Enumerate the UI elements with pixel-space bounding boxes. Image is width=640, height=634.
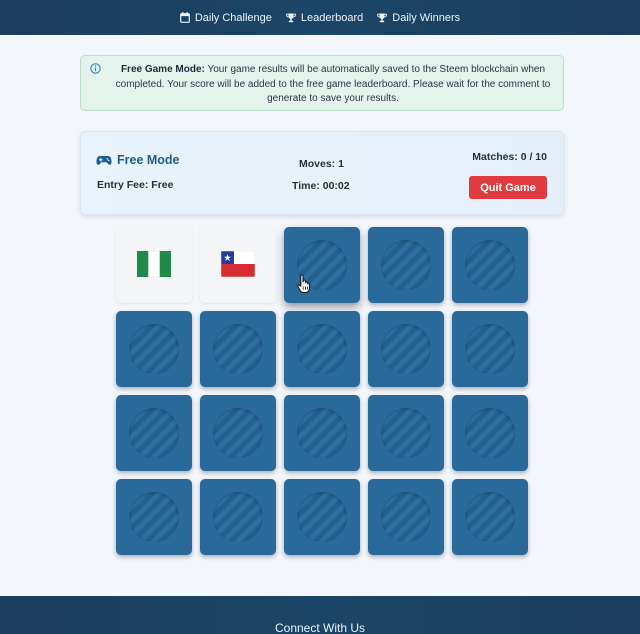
nav-daily-challenge[interactable]: Daily Challenge bbox=[179, 11, 272, 24]
entry-fee: Entry Fee: Free bbox=[97, 179, 173, 191]
memory-card-hidden[interactable] bbox=[200, 395, 276, 471]
info-banner: Free Game Mode: Your game results will b… bbox=[80, 55, 564, 111]
nav-label: Daily Winners bbox=[392, 11, 461, 24]
card-back-pattern bbox=[213, 408, 263, 458]
memory-card-revealed[interactable] bbox=[200, 227, 276, 303]
nav-daily-winners[interactable]: Daily Winners bbox=[377, 12, 460, 24]
memory-card-hidden[interactable] bbox=[368, 395, 444, 471]
memory-card-hidden[interactable] bbox=[452, 479, 528, 555]
moves-value: 1 bbox=[338, 158, 344, 170]
memory-card-hidden[interactable] bbox=[452, 311, 528, 387]
nav-leaderboard[interactable]: Leaderboard bbox=[286, 12, 363, 24]
card-back-pattern bbox=[297, 408, 347, 458]
card-back-pattern bbox=[213, 492, 263, 542]
entry-fee-label: Entry Fee: bbox=[97, 179, 149, 191]
memory-card-revealed[interactable] bbox=[116, 227, 192, 303]
card-back-pattern bbox=[129, 324, 179, 374]
trophy-icon bbox=[286, 13, 296, 22]
site-footer: Connect With Us bbox=[0, 596, 640, 634]
moves-counter: Moves: 1 bbox=[299, 158, 344, 170]
memory-card-hidden[interactable] bbox=[452, 395, 528, 471]
card-back-pattern bbox=[297, 492, 347, 542]
memory-card-hidden[interactable] bbox=[200, 479, 276, 555]
card-back-pattern bbox=[381, 492, 431, 542]
game-timer: Time: 00:02 bbox=[292, 180, 350, 192]
game-mode-label: Free Mode bbox=[117, 153, 180, 167]
time-label: Time: bbox=[292, 180, 320, 192]
card-back-pattern bbox=[381, 408, 431, 458]
memory-card-hidden[interactable] bbox=[284, 479, 360, 555]
nav-label: Leaderboard bbox=[300, 11, 364, 24]
memory-card-hidden[interactable] bbox=[284, 311, 360, 387]
card-back-pattern bbox=[465, 408, 515, 458]
nav-label: Daily Challenge bbox=[194, 11, 272, 24]
memory-card-hidden[interactable] bbox=[200, 311, 276, 387]
memory-card-hidden[interactable] bbox=[284, 395, 360, 471]
moves-label: Moves: bbox=[299, 158, 336, 170]
top-navbar: Daily Challenge Leaderboard Daily Winner… bbox=[0, 0, 640, 35]
game-mode: Free Mode bbox=[96, 153, 180, 167]
footer-title: Connect With Us bbox=[274, 621, 366, 634]
matches-label: Matches: bbox=[472, 151, 518, 163]
memory-card-hidden[interactable] bbox=[452, 227, 528, 303]
quit-game-button[interactable]: Quit Game bbox=[469, 176, 547, 199]
nigeria-flag-icon bbox=[137, 251, 171, 277]
trophy-icon bbox=[377, 13, 388, 22]
gamepad-icon bbox=[96, 155, 112, 165]
chile-flag-icon bbox=[221, 251, 255, 277]
card-back-pattern bbox=[213, 324, 263, 374]
entry-fee-value: Free bbox=[151, 179, 174, 191]
time-value: 00:02 bbox=[322, 180, 350, 192]
card-back-pattern bbox=[465, 324, 515, 374]
info-title: Free Game Mode: bbox=[120, 64, 205, 75]
card-back-pattern bbox=[297, 240, 347, 290]
card-back-pattern bbox=[381, 240, 431, 290]
memory-card-hidden[interactable] bbox=[116, 479, 192, 555]
card-back-pattern bbox=[129, 408, 179, 458]
card-back-pattern bbox=[465, 240, 515, 290]
memory-card-hidden[interactable] bbox=[116, 395, 192, 471]
memory-card-hidden[interactable] bbox=[116, 311, 192, 387]
card-back-pattern bbox=[465, 492, 515, 542]
calendar-icon bbox=[179, 12, 190, 23]
info-text: Free Game Mode: Your game results will b… bbox=[113, 63, 553, 107]
game-status-panel: Free Mode Entry Fee: Free Moves: 1 Time:… bbox=[80, 131, 564, 215]
card-back-pattern bbox=[381, 324, 431, 374]
memory-card-hidden[interactable] bbox=[284, 227, 360, 303]
memory-card-hidden[interactable] bbox=[368, 479, 444, 555]
card-back-pattern bbox=[129, 492, 179, 542]
matches-value: 0 / 10 bbox=[520, 151, 547, 163]
matches-counter: Matches: 0 / 10 bbox=[472, 151, 547, 163]
memory-card-hidden[interactable] bbox=[368, 227, 444, 303]
card-back-pattern bbox=[297, 324, 347, 374]
memory-card-hidden[interactable] bbox=[368, 311, 444, 387]
info-icon bbox=[90, 63, 101, 74]
